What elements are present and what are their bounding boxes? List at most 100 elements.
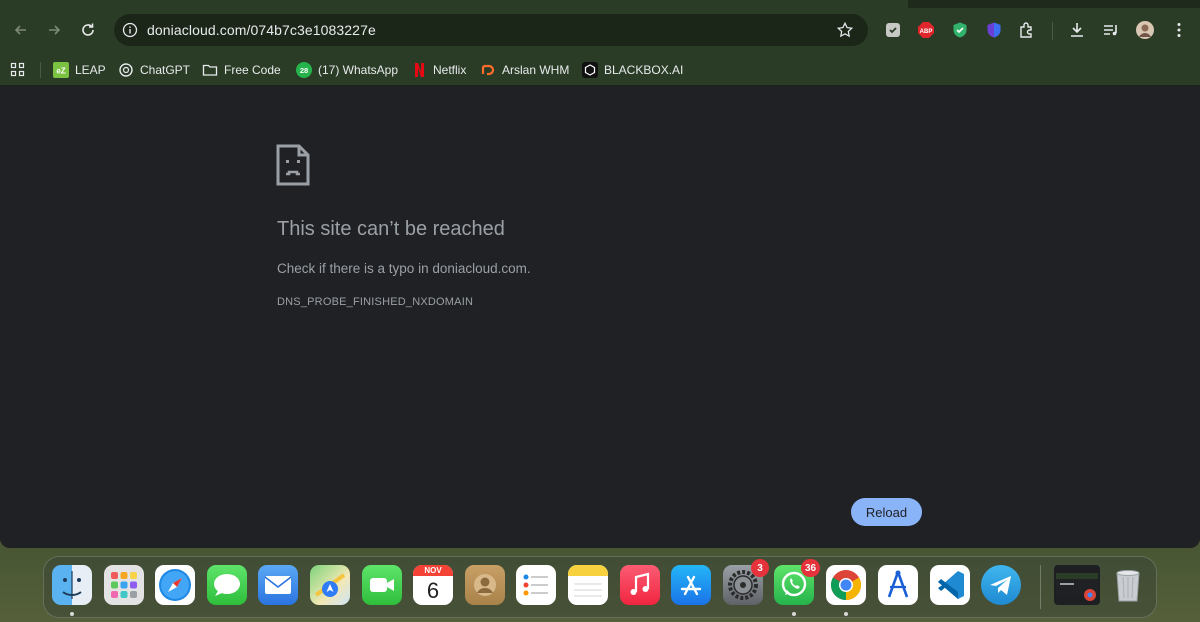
apps-grid-icon <box>10 62 25 77</box>
info-icon[interactable] <box>122 22 138 38</box>
dock-trash[interactable] <box>1108 565 1148 605</box>
bookmark-leap[interactable]: eZ LEAP <box>53 61 106 79</box>
running-indicator <box>792 612 796 616</box>
dock-messages[interactable] <box>207 565 247 605</box>
calendar-day: 6 <box>426 578 440 603</box>
sad-document-icon <box>276 144 310 186</box>
more-vert-icon[interactable] <box>1169 20 1189 40</box>
green-shield-icon[interactable] <box>950 20 970 40</box>
notification-badge: 3 <box>751 559 769 577</box>
error-title: This site can’t be reached <box>277 218 505 240</box>
mail-icon <box>264 576 292 594</box>
bookmarks-bar: eZ LEAP ChatGPT Free Code 28 (17) WhatsA… <box>0 53 1200 86</box>
dock-telegram[interactable] <box>981 565 1021 605</box>
error-page: This site can’t be reached Check if ther… <box>0 86 1200 548</box>
dock-calendar[interactable]: NOV 6 <box>413 565 453 605</box>
dock-launchpad[interactable] <box>104 565 144 605</box>
bookmark-arslan-whm[interactable]: Arslan WHM <box>480 61 569 79</box>
reload-button[interactable] <box>76 18 100 42</box>
browser-window: doniacloud.com/074b7c3e1083227e ABP eZ L… <box>0 0 1200 548</box>
folder-icon <box>202 62 218 78</box>
instruments-icon <box>887 570 909 598</box>
dock-reminders[interactable] <box>516 565 556 605</box>
telegram-icon <box>990 576 1011 595</box>
bookmark-label: Free Code <box>224 63 281 77</box>
media-queue-icon[interactable] <box>1101 20 1121 40</box>
chatgpt-icon <box>118 62 134 78</box>
shield-check-icon[interactable] <box>883 20 903 40</box>
safari-icon <box>159 569 191 601</box>
browser-toolbar: doniacloud.com/074b7c3e1083227e ABP <box>0 8 1200 53</box>
trash-icon <box>1116 570 1140 602</box>
dock-chrome[interactable] <box>826 565 866 605</box>
finder-icon <box>62 571 82 599</box>
facetime-icon <box>370 578 394 592</box>
music-icon <box>630 572 650 595</box>
messages-icon <box>214 574 240 596</box>
netflix-icon <box>411 62 427 78</box>
dock-notes[interactable] <box>568 565 608 605</box>
bookmark-label: (17) WhatsApp <box>318 63 399 77</box>
notification-badge: 36 <box>801 559 821 577</box>
arrow-left-icon <box>14 25 26 35</box>
whatsapp-icon: 28 <box>296 62 312 78</box>
dock-app-store[interactable] <box>671 565 711 605</box>
error-code: DNS_PROBE_FINISHED_NXDOMAIN <box>277 296 474 308</box>
bookmark-label: LEAP <box>75 63 106 77</box>
adblock-plus-icon[interactable]: ABP <box>916 20 936 40</box>
url-text[interactable]: doniacloud.com/074b7c3e1083227e <box>147 22 376 38</box>
bookmark-star-icon[interactable] <box>836 21 854 39</box>
dock-finder[interactable] <box>52 565 92 605</box>
dock-music[interactable] <box>620 565 660 605</box>
error-description: Check if there is a typo in doniacloud.c… <box>277 261 531 276</box>
blackbox-icon <box>582 62 598 78</box>
chrome-window-thumbnail <box>1056 573 1098 601</box>
toolbar-divider <box>1052 22 1053 40</box>
app-store-icon <box>680 575 702 596</box>
bookmark-blackbox[interactable]: BLACKBOX.AI <box>582 61 683 79</box>
dock: NOV 6 3 36 <box>43 556 1157 618</box>
dock-safari[interactable] <box>155 565 195 605</box>
bookmarks-divider <box>40 62 41 78</box>
reload-icon <box>82 23 94 36</box>
download-icon[interactable] <box>1067 20 1087 40</box>
dock-maps[interactable] <box>310 565 350 605</box>
dock-vscode[interactable] <box>930 565 970 605</box>
bookmark-label: ChatGPT <box>140 63 191 77</box>
dock-divider <box>1040 565 1041 609</box>
bookmark-netflix[interactable]: Netflix <box>411 61 466 79</box>
leap-icon: eZ <box>53 62 69 78</box>
calendar-month: NOV <box>413 565 453 576</box>
active-tab[interactable] <box>0 0 908 8</box>
address-bar[interactable]: doniacloud.com/074b7c3e1083227e <box>114 14 868 46</box>
dock-facetime[interactable] <box>362 565 402 605</box>
svg-text:eZ: eZ <box>56 67 65 76</box>
dock-mail[interactable] <box>258 565 298 605</box>
arrow-right-icon <box>49 25 61 35</box>
running-indicator <box>70 612 74 616</box>
dock-instruments[interactable] <box>878 565 918 605</box>
profile-avatar[interactable] <box>1135 20 1155 40</box>
bookmark-chatgpt[interactable]: ChatGPT <box>118 61 190 79</box>
notes-icon <box>568 565 608 597</box>
bookmark-free-code[interactable]: Free Code <box>202 61 281 79</box>
back-button[interactable] <box>9 18 33 42</box>
bookmark-label: BLACKBOX.AI <box>604 63 684 77</box>
reminders-icon <box>523 574 548 596</box>
bookmark-label: Arslan WHM <box>502 63 570 77</box>
puzzle-icon[interactable] <box>1017 20 1037 40</box>
dock-window-preview[interactable] <box>1054 565 1100 605</box>
cpanel-icon <box>480 62 496 78</box>
bookmark-whatsapp[interactable]: 28 (17) WhatsApp <box>296 61 398 79</box>
running-indicator <box>844 612 848 616</box>
bookmark-label: Netflix <box>433 63 467 77</box>
purple-shield-icon[interactable] <box>984 20 1004 40</box>
dock-contacts[interactable] <box>465 565 505 605</box>
vscode-icon <box>938 571 964 599</box>
forward-button[interactable] <box>42 18 66 42</box>
reload-page-button[interactable]: Reload <box>851 498 922 526</box>
apps-grid-button[interactable] <box>10 61 26 79</box>
maps-icon <box>314 573 346 597</box>
chrome-icon <box>830 570 862 600</box>
launchpad-icon <box>111 572 137 598</box>
